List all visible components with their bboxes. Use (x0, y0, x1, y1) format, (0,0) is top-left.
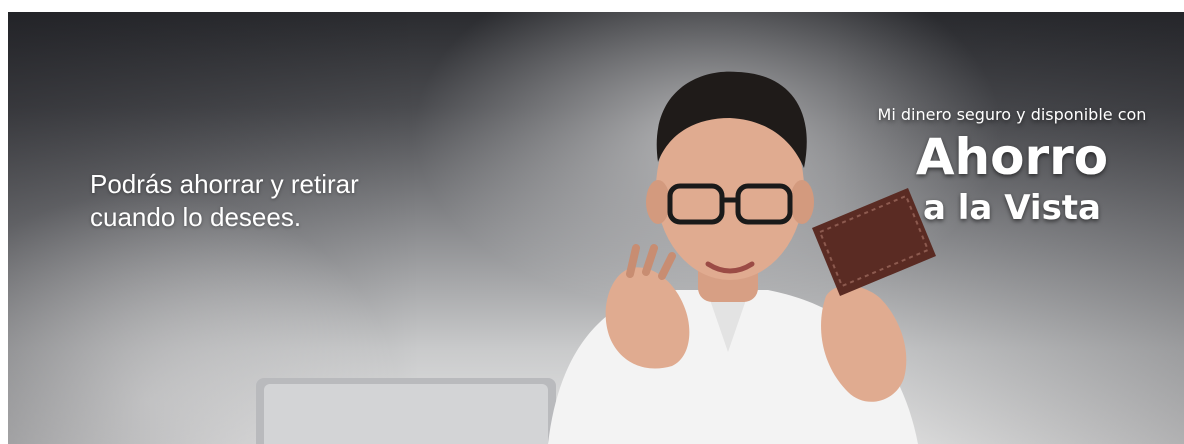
banner-left-copy: Podrás ahorrar y retirar cuando lo desee… (90, 168, 510, 234)
left-copy-line-1: Podrás ahorrar y retirar (90, 169, 359, 199)
banner-right-copy: Mi dinero seguro y disponible con Ahorro… (836, 104, 1184, 228)
laptop-illustration (256, 378, 556, 444)
product-name-a-la-vista: a la Vista (922, 188, 1102, 228)
left-copy-line-2: cuando lo desees. (90, 202, 302, 232)
hero-banner: Podrás ahorrar y retirar cuando lo desee… (0, 0, 1184, 444)
product-name-ahorro: Ahorro (915, 128, 1109, 186)
banner-tagline: Mi dinero seguro y disponible con (877, 105, 1147, 124)
banner-photo-background: Podrás ahorrar y retirar cuando lo desee… (8, 12, 1184, 444)
